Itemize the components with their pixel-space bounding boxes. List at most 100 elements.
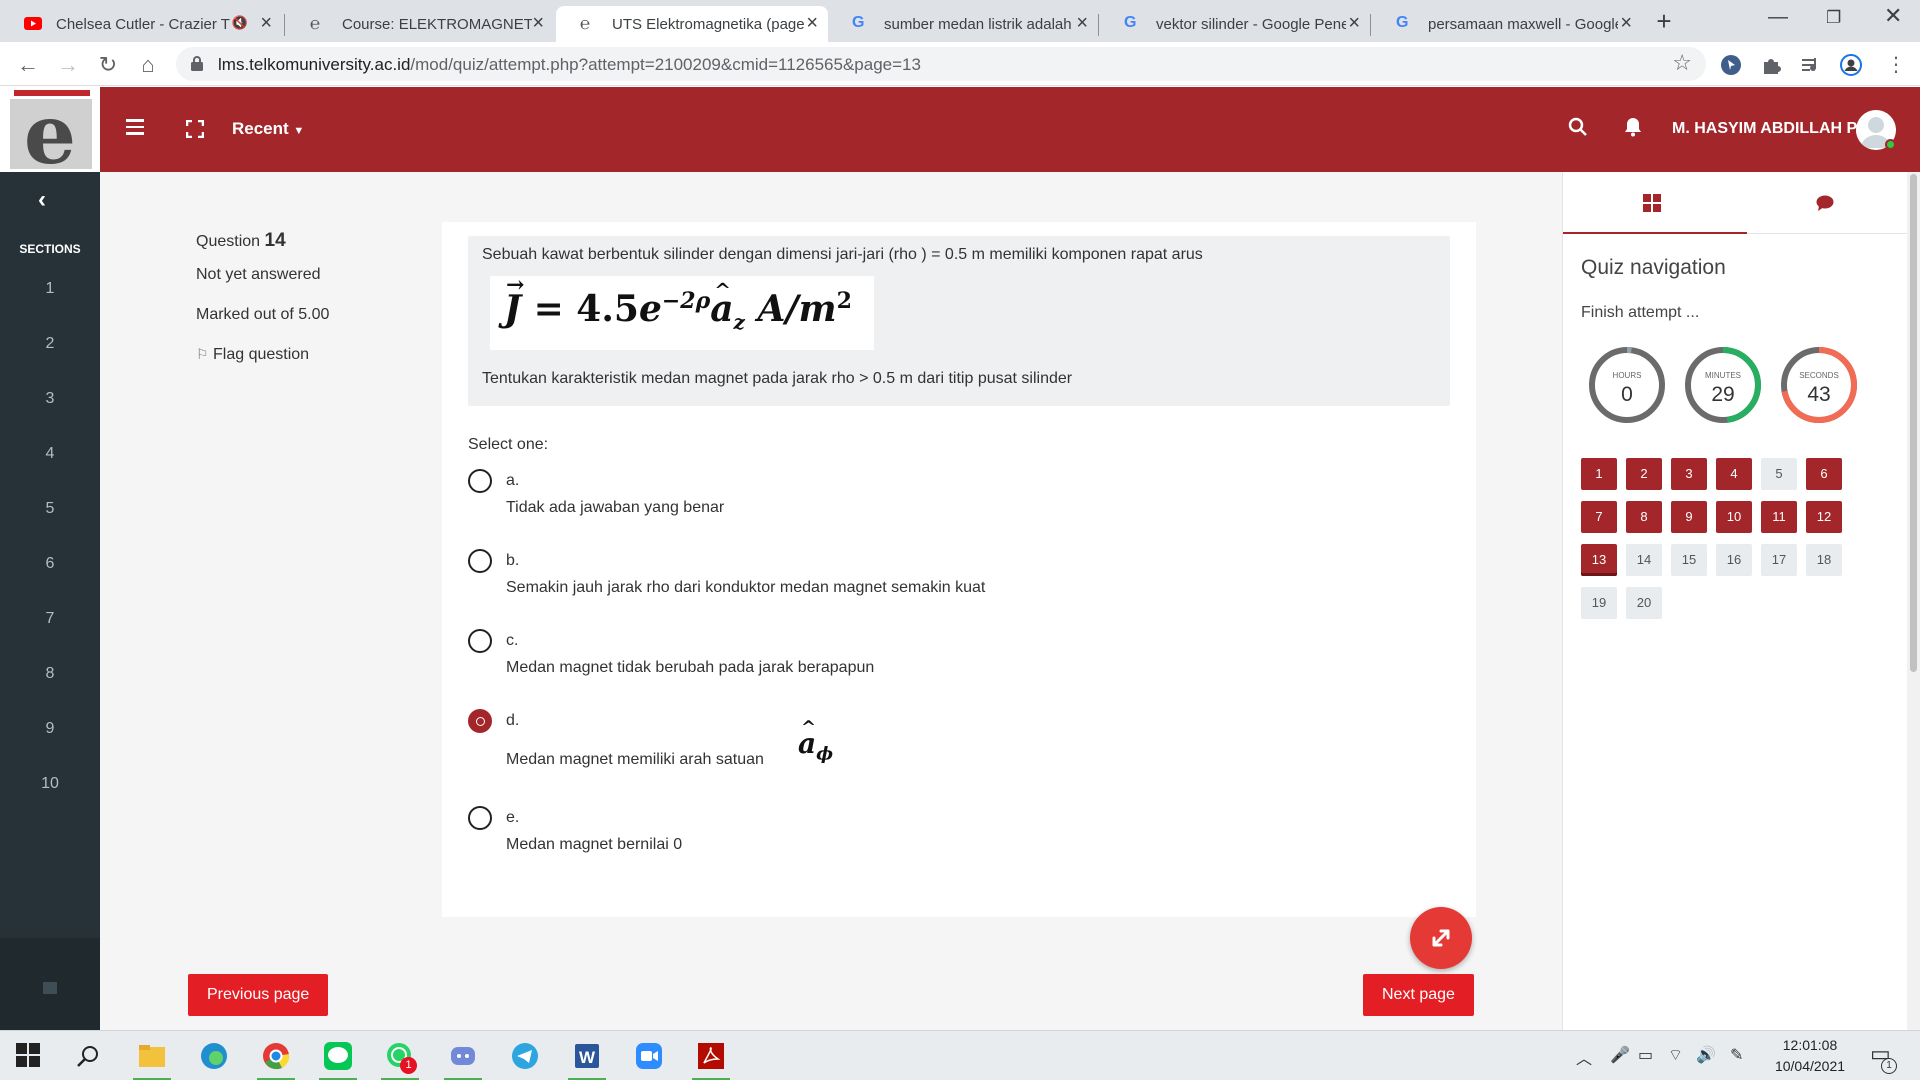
browser-menu-icon[interactable]: ⋮ [1884,52,1908,77]
chevron-left-icon[interactable]: ‹ [38,186,46,214]
browser-tab-google-1[interactable]: G sumber medan listrik adalah × [828,6,1098,42]
chat-bubble-icon[interactable] [1816,195,1834,211]
speaker-muted-icon[interactable]: 🔇 [232,15,248,31]
search-icon[interactable] [1568,117,1588,137]
browser-tab-google-3[interactable]: G persamaan maxwell - Google × [1372,6,1642,42]
sidebar-item-section-4[interactable]: 4 [0,445,100,463]
fullscreen-icon[interactable] [186,120,204,138]
quiz-nav-button-10[interactable]: 10 [1716,501,1752,533]
recent-dropdown[interactable]: Recent ▼ [232,119,304,139]
restore-icon[interactable]: ❐ [1826,8,1841,28]
battery-icon[interactable]: ▭ [1638,1045,1653,1065]
radio-button[interactable] [468,629,492,653]
quiz-nav-button-18[interactable]: 18 [1806,544,1842,576]
file-explorer-icon[interactable] [137,1041,167,1071]
notification-badge: 1 [1881,1058,1897,1074]
quiz-nav-button-9[interactable]: 9 [1671,501,1707,533]
sidebar-item-section-3[interactable]: 3 [0,390,100,408]
radio-button[interactable] [468,806,492,830]
menu-hamburger-icon[interactable] [126,119,144,135]
volume-icon[interactable]: 🔊 [1696,1045,1716,1065]
line-app-icon[interactable] [323,1041,353,1071]
sidebar-item-section-2[interactable]: 2 [0,335,100,353]
quiz-nav-button-17[interactable]: 17 [1761,544,1797,576]
word-icon[interactable]: W [572,1041,602,1071]
telegram-icon[interactable] [510,1041,540,1071]
close-tab-icon[interactable]: × [532,12,544,35]
grid-icon[interactable] [1643,194,1661,212]
quiz-nav-button-19[interactable]: 19 [1581,587,1617,619]
search-icon[interactable] [76,1044,100,1068]
sidebar-item-section-10[interactable]: 10 [0,775,100,793]
quiz-nav-button-12[interactable]: 12 [1806,501,1842,533]
bookmark-star-icon[interactable]: ☆ [1672,50,1692,76]
show-hidden-icons-icon[interactable]: ︿ [1576,1045,1592,1069]
extension-cursor-icon[interactable] [1720,54,1742,76]
user-name[interactable]: M. HASYIM ABDILLAH P. [1672,120,1860,138]
radio-button-checked[interactable] [468,709,492,733]
flag-question-link[interactable]: ⚐ Flag question [196,346,309,364]
zoom-icon[interactable] [634,1041,664,1071]
finish-attempt-link[interactable]: Finish attempt ... [1581,304,1699,322]
quiz-nav-button-15[interactable]: 15 [1671,544,1707,576]
pen-icon[interactable]: ✎ [1730,1045,1743,1065]
page-scrollbar[interactable] [1907,172,1920,1030]
media-queue-icon[interactable] [1800,54,1822,76]
quiz-nav-button-14[interactable]: 14 [1626,544,1662,576]
back-icon[interactable]: ← [16,52,40,78]
previous-page-button[interactable]: Previous page [188,974,329,1016]
radio-button[interactable] [468,469,492,493]
home-icon[interactable]: ⌂ [136,52,160,78]
sidebar-item-section-7[interactable]: 7 [0,610,100,628]
sidebar-item-section-6[interactable]: 6 [0,555,100,573]
discord-icon[interactable] [448,1041,478,1071]
system-clock[interactable]: 12:01:08 10/04/2021 [1760,1035,1860,1077]
sidebar-item-section-9[interactable]: 9 [0,720,100,738]
quiz-nav-button-8[interactable]: 8 [1626,501,1662,533]
quiz-nav-button-13[interactable]: 13 [1581,544,1617,576]
sidebar-item-section-8[interactable]: 8 [0,665,100,683]
browser-tab-uts[interactable]: ℮ UTS Elektromagnetika (page × [556,6,828,42]
quiz-nav-button-5[interactable]: 5 [1761,458,1797,490]
close-tab-icon[interactable]: × [806,12,818,35]
quiz-nav-button-7[interactable]: 7 [1581,501,1617,533]
quiz-nav-button-16[interactable]: 16 [1716,544,1752,576]
chrome-icon[interactable] [261,1041,291,1071]
archive-icon[interactable] [43,982,57,994]
next-page-button[interactable]: Next page [1363,974,1474,1016]
microphone-icon[interactable]: 🎤 [1610,1045,1630,1065]
new-tab-button[interactable]: + [1650,8,1678,36]
quiz-nav-button-1[interactable]: 1 [1581,458,1617,490]
windows-start-icon[interactable] [16,1043,40,1067]
sidebar-item-section-1[interactable]: 1 [0,280,100,298]
browser-tab-youtube[interactable]: Chelsea Cutler - Crazier T 🔇 × [0,6,282,42]
sidebar-item-section-5[interactable]: 5 [0,500,100,518]
bell-icon[interactable] [1624,117,1642,137]
quiz-nav-button-11[interactable]: 11 [1761,501,1797,533]
profile-icon[interactable] [1840,54,1862,76]
edge-icon[interactable] [199,1041,229,1071]
wifi-icon[interactable]: ⌔ [1668,1045,1683,1065]
browser-tab-course[interactable]: ℮ Course: ELEKTROMAGNETIKA × [286,6,554,42]
close-tab-icon[interactable]: × [1620,12,1632,35]
site-logo[interactable]: e [0,87,100,183]
close-window-icon[interactable]: ✕ [1884,3,1902,29]
browser-tab-google-2[interactable]: G vektor silinder - Google Pene × [1100,6,1370,42]
quiz-nav-button-6[interactable]: 6 [1806,458,1842,490]
close-tab-icon[interactable]: × [260,12,272,35]
minimize-icon[interactable]: — [1768,6,1788,29]
scrollbar-thumb[interactable] [1910,174,1917,672]
close-tab-icon[interactable]: × [1348,12,1360,35]
expand-button[interactable] [1410,907,1472,969]
quiz-nav-button-3[interactable]: 3 [1671,458,1707,490]
extensions-puzzle-icon[interactable] [1760,54,1782,76]
close-tab-icon[interactable]: × [1076,12,1088,35]
quiz-nav-button-4[interactable]: 4 [1716,458,1752,490]
reload-icon[interactable]: ↻ [96,52,120,78]
radio-button[interactable] [468,549,492,573]
acrobat-icon[interactable] [696,1041,726,1071]
forward-icon[interactable]: → [56,52,80,78]
quiz-nav-button-2[interactable]: 2 [1626,458,1662,490]
address-bar[interactable]: lms.telkomuniversity.ac.id/mod/quiz/atte… [176,47,1706,81]
quiz-nav-button-20[interactable]: 20 [1626,587,1662,619]
